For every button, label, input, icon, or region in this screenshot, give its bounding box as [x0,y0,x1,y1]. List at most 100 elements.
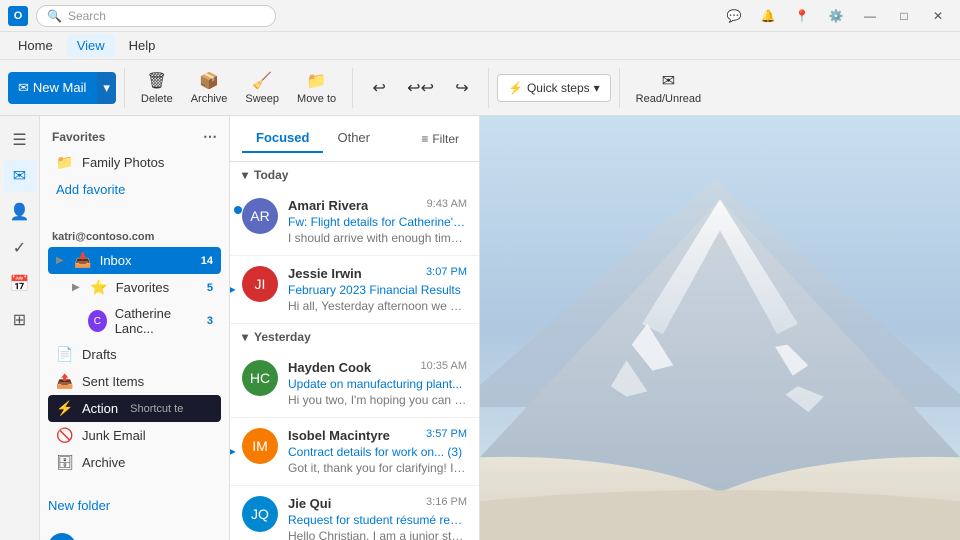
chat-icon[interactable]: 💬 [720,2,748,30]
folder-family-photos[interactable]: 📁 Family Photos [48,149,221,176]
new-mail-label: New Mail [33,80,86,95]
email-content-1: Amari Rivera 9:43 AM Fw: Flight details … [288,198,467,245]
sweep-button[interactable]: 🧹 Sweep [237,67,287,109]
new-mail-button[interactable]: ✉ New Mail [8,72,96,104]
email-item-4[interactable]: ▶ IM Isobel Macintyre 3:57 PM Contract d… [230,418,479,486]
expand-arrow-2[interactable]: ▶ [230,284,236,295]
maximize-button[interactable]: □ [890,2,918,30]
folder-sent[interactable]: 📤 Sent Items [48,368,221,395]
email-from-4: Isobel Macintyre [288,428,390,443]
archive-folder-icon: 🗄 [56,454,74,471]
new-folder-button[interactable]: New folder [40,492,229,519]
bell-icon[interactable]: 🔔 [754,2,782,30]
folder-inbox[interactable]: ▶ 📥 Inbox 14 [48,247,221,274]
collapse-today-icon[interactable]: ▾ [242,168,248,182]
quick-steps-button[interactable]: ⚡ Quick steps ▾ [497,74,611,102]
email-meta-2: Jessie Irwin 3:07 PM [288,266,467,281]
catherine-avatar: C [88,310,107,332]
email-content-5: Jie Qui 3:16 PM Request for student résu… [288,496,467,540]
email-item-3[interactable]: HC Hayden Cook 10:35 AM Update on manufa… [230,350,479,418]
catherine-label: Catherine Lanc... [115,306,199,336]
forward-button[interactable]: ↪ [444,74,480,102]
email-preview-1: I should arrive with enough time to atte… [288,231,467,245]
folder-action[interactable]: ⚡ Action Shortcut te [48,395,221,422]
nav-people[interactable]: 👤 [4,196,36,228]
archive-button[interactable]: 📦 Archive [183,67,236,109]
title-bar-right: 💬 🔔 📍 ⚙️ — □ ✕ [720,2,952,30]
folder-favorites[interactable]: ▶ ⭐ Favorites 5 [48,274,221,301]
reply-icon: ↩ [372,78,385,98]
folder-archive[interactable]: 🗄 Archive [48,449,221,476]
search-placeholder: Search [68,9,106,23]
email-meta-1: Amari Rivera 9:43 AM [288,198,467,213]
tab-focused[interactable]: Focused [242,124,323,153]
archive-label: Archive [191,93,228,105]
nav-calendar[interactable]: 📅 [4,268,36,300]
email-item-1[interactable]: AR Amari Rivera 9:43 AM Fw: Flight detai… [230,188,479,256]
avatar-isobel: IM [242,428,278,464]
location-icon[interactable]: 📍 [788,2,816,30]
inbox-icon: 📥 [74,252,92,269]
expand-arrow-4[interactable]: ▶ [230,446,236,457]
email-subject-1: Fw: Flight details for Catherine's gr... [288,215,467,229]
yesterday-label: Yesterday [254,330,311,344]
drafts-icon: 📄 [56,346,74,363]
avatar-hayden: HC [242,360,278,396]
email-item-2[interactable]: ▶ JI Jessie Irwin 3:07 PM February 2023 … [230,256,479,324]
move-to-button[interactable]: 📁 Move to [289,67,344,109]
archive-label: Archive [82,455,125,470]
favorites-section: Favorites ⋯ 📁 Family Photos Add favorite [40,116,229,211]
avatar-jessie: JI [242,266,278,302]
email-subject-2: February 2023 Financial Results [288,283,467,297]
email-list-scroll: ▾ Today AR Amari Rivera 9:43 AM Fw: Flig… [230,162,479,540]
add-account-icon: + [48,533,76,540]
email-time-2: 3:07 PM [426,266,467,278]
close-button[interactable]: ✕ [924,2,952,30]
folder-junk[interactable]: 🚫 Junk Email [48,422,221,449]
ribbon-sep-1 [124,68,125,108]
reply-all-button[interactable]: ↩↩ [399,74,442,102]
filter-label: Filter [432,132,459,146]
menu-help[interactable]: Help [119,34,166,57]
search-icon: 🔍 [47,9,62,23]
read-icon: ✉ [662,71,675,91]
menu-view[interactable]: View [67,34,115,57]
folder-panel: Favorites ⋯ 📁 Family Photos Add favorite… [40,116,230,540]
delete-button[interactable]: 🗑 Delete [133,67,181,109]
filter-button[interactable]: ≡ Filter [413,128,467,150]
title-bar: O 🔍 Search 💬 🔔 📍 ⚙️ — □ ✕ [0,0,960,32]
email-time-4: 3:57 PM [426,428,467,440]
nav-apps[interactable]: ⊞ [4,304,36,336]
menu-home[interactable]: Home [8,34,63,57]
nav-tasks[interactable]: ✓ [4,232,36,264]
filter-icon: ≡ [421,132,428,146]
settings-icon[interactable]: ⚙️ [822,2,850,30]
search-bar[interactable]: 🔍 Search [36,5,276,27]
quick-steps-label: Quick steps [527,81,590,95]
nav-mail[interactable]: ✉ [4,160,36,192]
read-unread-button[interactable]: ✉ Read/Unread [628,67,709,109]
tab-other[interactable]: Other [323,124,384,153]
add-account-button[interactable]: + Add account [40,527,229,540]
nav-hamburger[interactable]: ☰ [4,124,36,156]
email-content-4: Isobel Macintyre 3:57 PM Contract detail… [288,428,467,475]
favorites-chevron: ▶ [72,282,80,293]
add-favorite-button[interactable]: Add favorite [48,176,221,203]
favorites-options-icon[interactable]: ⋯ [203,128,217,145]
new-mail-split[interactable]: ✉ New Mail ▾ [8,72,116,104]
email-item-5[interactable]: JQ Jie Qui 3:16 PM Request for student r… [230,486,479,540]
catherine-badge: 3 [207,315,213,327]
folder-drafts[interactable]: 📄 Drafts [48,341,221,368]
ribbon-sep-4 [619,68,620,108]
new-mail-dropdown[interactable]: ▾ [96,72,116,104]
email-preview-3: Hi you two, I'm hoping you can help me [288,393,467,407]
reply-button[interactable]: ↩ [361,74,397,102]
folder-catherine[interactable]: C Catherine Lanc... 3 [48,301,221,341]
email-list: Focused Other ≡ Filter ▾ Today AR Amari … [230,116,480,540]
ribbon-group-respond: ↩ ↩↩ ↪ [361,74,480,102]
drafts-label: Drafts [82,347,117,362]
collapse-yesterday-icon[interactable]: ▾ [242,330,248,344]
action-label: Action [82,401,118,416]
avatar-jie: JQ [242,496,278,532]
minimize-button[interactable]: — [856,2,884,30]
